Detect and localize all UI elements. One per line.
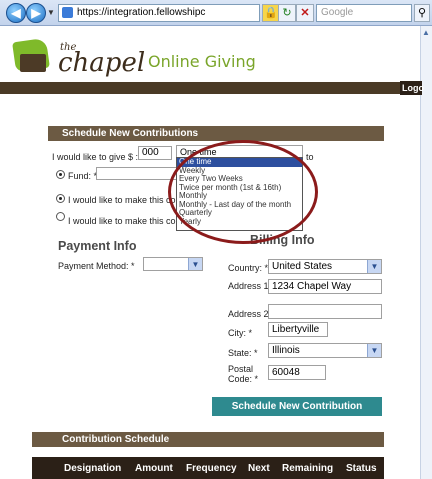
fund-label: Fund: *: [68, 171, 98, 181]
page-title: Online Giving: [148, 52, 256, 71]
postal-code-label: Postal Code: *: [228, 364, 259, 384]
postal-code-input[interactable]: 60048: [268, 365, 326, 380]
contribution-option1-radio[interactable]: [56, 194, 65, 203]
column-next[interactable]: Next: [248, 463, 270, 474]
address1-input[interactable]: 1234 Chapel Way: [268, 279, 382, 294]
state-select[interactable]: Illinois ▼: [268, 343, 382, 358]
scroll-up-icon[interactable]: ▲: [422, 28, 430, 37]
contribution-schedule-header: Contribution Schedule: [32, 432, 384, 447]
payment-method-select[interactable]: ▼: [143, 257, 203, 271]
chevron-down-icon[interactable]: ▼: [367, 260, 381, 273]
state-label: State: *: [228, 348, 258, 358]
column-remaining[interactable]: Remaining: [282, 463, 333, 474]
refresh-icon[interactable]: ↻: [278, 4, 296, 22]
state-value: Illinois: [272, 345, 300, 356]
logout-link[interactable]: Logo: [400, 81, 424, 95]
logo-icon-base: [20, 54, 46, 72]
country-label: Country: *: [228, 263, 269, 273]
address-bar[interactable]: https://integration.fellowshipc: [58, 4, 260, 22]
payment-info-heading: Payment Info: [58, 239, 137, 253]
header-bar: [0, 82, 420, 94]
forward-button[interactable]: ▶: [26, 3, 46, 23]
country-value: United States: [272, 261, 333, 272]
address2-input[interactable]: [268, 304, 382, 319]
chevron-down-icon[interactable]: ▼: [367, 344, 381, 357]
browser-toolbar: ◀ ▶ ▼ https://integration.fellowshipc 🔒 …: [0, 0, 432, 26]
city-label: City: *: [228, 328, 253, 338]
history-dropdown-icon[interactable]: ▼: [47, 8, 55, 17]
schedule-table-header: Designation Amount Frequency Next Remain…: [32, 457, 384, 479]
url-text: https://integration.fellowshipc: [77, 7, 206, 18]
fund-select[interactable]: [96, 167, 178, 180]
address2-label: Address 2:: [228, 309, 272, 319]
column-status[interactable]: Status: [346, 463, 377, 474]
annotation-circle: [168, 140, 318, 244]
schedule-new-contribution-button[interactable]: Schedule New Contribution: [212, 397, 382, 416]
logo-text: chapel: [58, 48, 146, 78]
contribution-option2-radio[interactable]: [56, 212, 65, 221]
search-input[interactable]: Google: [316, 4, 412, 22]
search-icon[interactable]: ⚲: [414, 4, 430, 22]
column-frequency[interactable]: Frequency: [186, 463, 237, 474]
to-label: to: [306, 152, 314, 162]
column-amount[interactable]: Amount: [135, 463, 173, 474]
page-icon: [62, 7, 73, 18]
stop-icon[interactable]: ✕: [296, 4, 314, 22]
column-designation[interactable]: Designation: [64, 463, 121, 474]
payment-method-label: Payment Method: *: [58, 261, 135, 271]
back-button[interactable]: ◀: [6, 3, 26, 23]
chevron-down-icon[interactable]: ▼: [188, 258, 202, 270]
city-input[interactable]: Libertyville: [268, 322, 328, 337]
fund-radio[interactable]: [56, 170, 65, 179]
country-select[interactable]: United States ▼: [268, 259, 382, 274]
amount-input[interactable]: 000: [138, 146, 172, 160]
schedule-section-header: Schedule New Contributions: [48, 126, 384, 141]
give-amount-label: I would like to give $ : *: [52, 152, 145, 162]
